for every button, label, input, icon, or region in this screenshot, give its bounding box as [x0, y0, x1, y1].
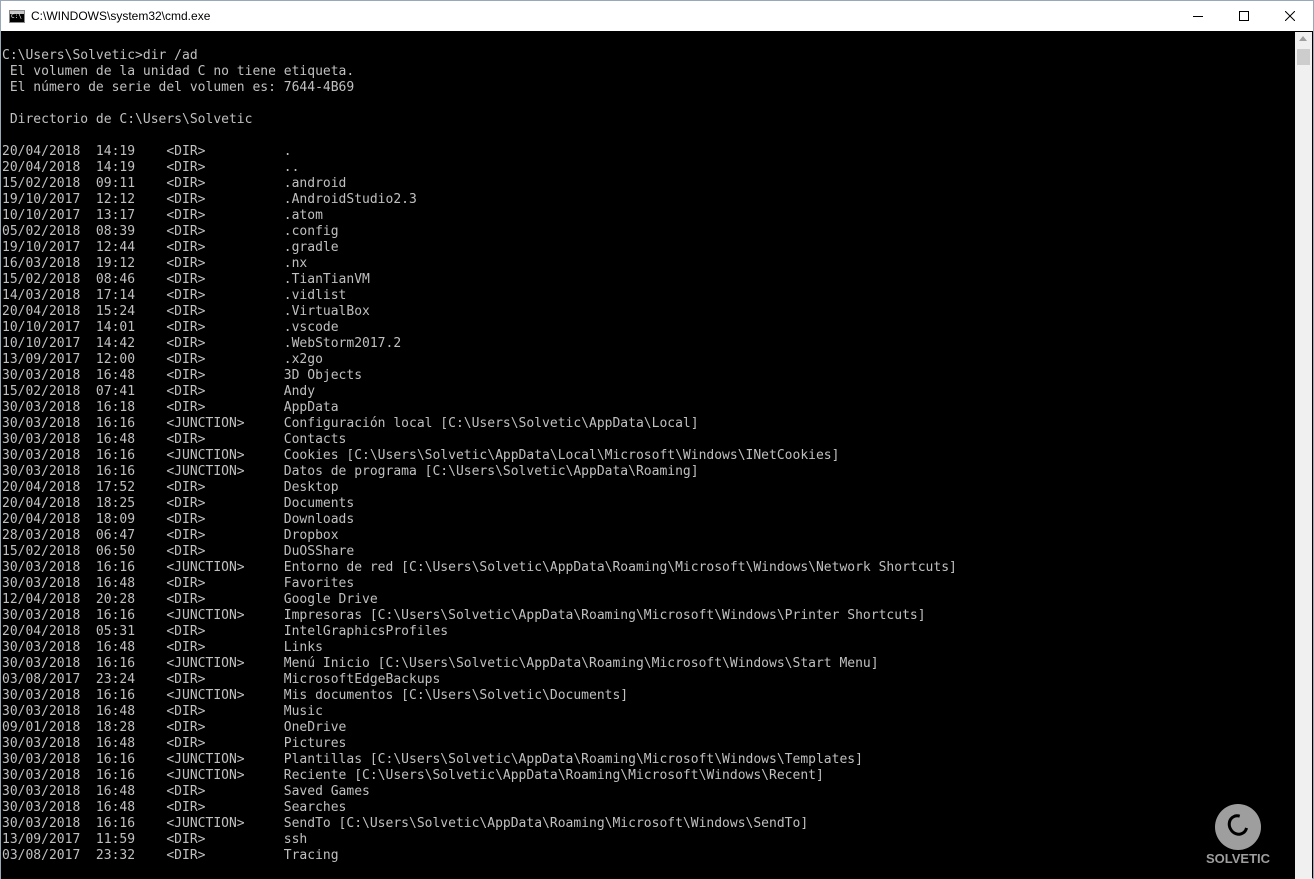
close-icon — [1285, 11, 1295, 21]
minimize-icon — [1193, 16, 1203, 17]
solvetic-watermark: SOLVETIC — [1193, 804, 1283, 870]
vertical-scrollbar[interactable] — [1295, 32, 1312, 879]
console-line: 30/03/2018 16:48 <DIR> 3D Objects — [2, 368, 363, 383]
console-line: 15/02/2018 06:50 <DIR> DuOSShare — [2, 544, 355, 559]
console-line: 10/10/2017 14:01 <DIR> .vscode — [2, 320, 339, 335]
console-line: Directorio de C:\Users\Solvetic — [2, 112, 253, 127]
console-line: 09/01/2018 18:28 <DIR> OneDrive — [2, 720, 347, 735]
console-line: 20/04/2018 18:09 <DIR> Downloads — [2, 512, 355, 527]
console-line: 20/04/2018 14:19 <DIR> .. — [2, 160, 300, 175]
console-line: 30/03/2018 16:16 <JUNCTION> Impresoras [… — [2, 608, 926, 623]
console-line: 13/09/2017 11:59 <DIR> ssh — [2, 832, 308, 847]
console-line: 30/03/2018 16:16 <JUNCTION> Mis document… — [2, 688, 629, 703]
console-line: 30/03/2018 16:48 <DIR> Saved Games — [2, 784, 370, 799]
console-line: 30/03/2018 16:16 <JUNCTION> SendTo [C:\U… — [2, 816, 809, 831]
console-line: 10/10/2017 14:42 <DIR> .WebStorm2017.2 — [2, 336, 402, 351]
console-line: 15/02/2018 09:11 <DIR> .android — [2, 176, 347, 191]
console-line: 05/02/2018 08:39 <DIR> .config — [2, 224, 339, 239]
console-line: 14/03/2018 17:14 <DIR> .vidlist — [2, 288, 347, 303]
console-line: 20/04/2018 17:52 <DIR> Desktop — [2, 480, 339, 495]
console-line: 30/03/2018 16:16 <JUNCTION> Cookies [C:\… — [2, 448, 840, 463]
console-line: 30/03/2018 16:16 <JUNCTION> Reciente [C:… — [2, 768, 824, 783]
console-line: 30/03/2018 16:16 <JUNCTION> Menú Inicio … — [2, 656, 879, 671]
console-line: 30/03/2018 16:48 <DIR> Searches — [2, 800, 347, 815]
cmd-app-icon[interactable] — [9, 9, 25, 23]
console-line: C:\Users\Solvetic>dir /ad — [2, 48, 198, 63]
console-line: 30/03/2018 16:48 <DIR> Music — [2, 704, 323, 719]
console-line: 30/03/2018 16:16 <JUNCTION> Datos de pro… — [2, 464, 699, 479]
console-line: El número de serie del volumen es: 7644-… — [2, 80, 355, 95]
console-line: 20/04/2018 05:31 <DIR> IntelGraphicsProf… — [2, 624, 449, 639]
close-button[interactable] — [1267, 1, 1313, 31]
console-output[interactable]: C:\Users\Solvetic>dir /ad El volumen de … — [1, 32, 1297, 879]
scroll-up-arrow-icon[interactable] — [1299, 36, 1307, 41]
console-line: 30/03/2018 16:16 <JUNCTION> Configuració… — [2, 416, 699, 431]
scroll-thumb[interactable] — [1297, 49, 1310, 65]
console-text: C:\Users\Solvetic>dir /ad El volumen de … — [1, 32, 1297, 864]
console-line: 03/08/2017 23:32 <DIR> Tracing — [2, 848, 339, 863]
console-line: 30/03/2018 16:16 <JUNCTION> Plantillas [… — [2, 752, 863, 767]
console-line: 13/09/2017 12:00 <DIR> .x2go — [2, 352, 323, 367]
window-title: C:\WINDOWS\system32\cmd.exe — [31, 9, 211, 23]
window-controls — [1175, 1, 1313, 31]
console-line: 10/10/2017 13:17 <DIR> .atom — [2, 208, 323, 223]
console-line: 30/03/2018 16:48 <DIR> Contacts — [2, 432, 347, 447]
console-line: 20/04/2018 15:24 <DIR> .VirtualBox — [2, 304, 370, 319]
console-line: 03/08/2017 23:24 <DIR> MicrosoftEdgeBack… — [2, 672, 441, 687]
cmd-window: C:\WINDOWS\system32\cmd.exe C:\Users\Sol… — [0, 0, 1314, 879]
console-line: 30/03/2018 16:18 <DIR> AppData — [2, 400, 339, 415]
console-line: 19/10/2017 12:12 <DIR> .AndroidStudio2.3 — [2, 192, 417, 207]
console-line: 30/03/2018 16:48 <DIR> Links — [2, 640, 323, 655]
maximize-button[interactable] — [1221, 1, 1267, 31]
maximize-icon — [1239, 11, 1249, 21]
console-line: 16/03/2018 19:12 <DIR> .nx — [2, 256, 308, 271]
console-line: 28/03/2018 06:47 <DIR> Dropbox — [2, 528, 339, 543]
console-line: 19/10/2017 12:44 <DIR> .gradle — [2, 240, 339, 255]
console-line: 15/02/2018 08:46 <DIR> .TianTianVM — [2, 272, 370, 287]
console-line: 30/03/2018 16:48 <DIR> Pictures — [2, 736, 347, 751]
solvetic-logo-icon — [1215, 804, 1261, 850]
console-line: El volumen de la unidad C no tiene etiqu… — [2, 64, 355, 79]
minimize-button[interactable] — [1175, 1, 1221, 31]
watermark-text: SOLVETIC — [1205, 851, 1271, 866]
console-line: 12/04/2018 20:28 <DIR> Google Drive — [2, 592, 378, 607]
title-bar[interactable]: C:\WINDOWS\system32\cmd.exe — [1, 1, 1313, 31]
console-line: 30/03/2018 16:16 <JUNCTION> Entorno de r… — [2, 560, 957, 575]
console-line: 20/04/2018 14:19 <DIR> . — [2, 144, 292, 159]
console-line: 15/02/2018 07:41 <DIR> Andy — [2, 384, 316, 399]
console-line: 30/03/2018 16:48 <DIR> Favorites — [2, 576, 355, 591]
console-line: 20/04/2018 18:25 <DIR> Documents — [2, 496, 355, 511]
